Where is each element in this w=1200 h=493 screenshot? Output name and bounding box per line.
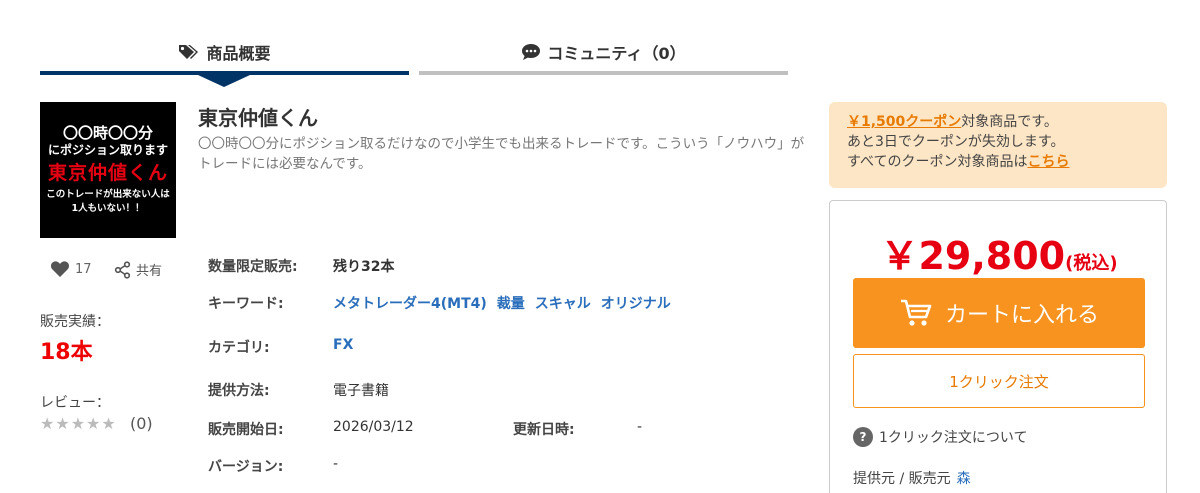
thumb-line-2: にポジション取ります xyxy=(47,143,168,157)
coupon-text-1: 対象商品です。 xyxy=(961,114,1058,130)
tab-active-arrow xyxy=(198,75,250,87)
one-click-order-label: 1クリック注文 xyxy=(949,372,1049,391)
version-value: - xyxy=(333,456,339,472)
category-wrap: FX xyxy=(333,337,363,353)
one-click-order-button[interactable]: 1クリック注文 xyxy=(853,354,1145,408)
product-thumbnail[interactable]: 〇〇時〇〇分 にポジション取ります 東京仲値くん このトレードが出来ない人は 1… xyxy=(40,102,176,238)
delivery-method-label: 提供方法: xyxy=(208,383,270,399)
price: ￥29,800(税込) xyxy=(830,225,1168,280)
updated-label: 更新日時: xyxy=(513,422,575,438)
seller-link[interactable]: 森 xyxy=(957,471,971,487)
tab-bar: 商品概要 コミュニティ（0） xyxy=(40,30,788,87)
review-label: レビュー： xyxy=(40,395,110,411)
one-click-help-label: 1クリック注文について xyxy=(879,430,1028,446)
version-label: バージョン: xyxy=(208,459,284,475)
heart-icon xyxy=(50,260,70,278)
like-count: 17 xyxy=(75,261,92,277)
price-tax: (税込) xyxy=(1065,253,1118,274)
thumb-line-5: 1人もいない！！ xyxy=(71,203,145,214)
tab-inactive-indicator xyxy=(419,71,788,75)
keyword-link[interactable]: スキャル xyxy=(535,296,591,312)
tab-community-label: コミュニティ（0） xyxy=(547,44,686,63)
coupon-text-3: すべてのクーポン対象商品は xyxy=(847,154,1028,170)
tab-community[interactable]: コミュニティ（0） xyxy=(419,30,788,74)
keyword-link[interactable]: オリジナル xyxy=(601,296,671,312)
tags-icon xyxy=(178,43,200,61)
thumb-line-3: 東京仲値くん xyxy=(47,162,168,184)
like-button[interactable]: 17 xyxy=(50,260,92,278)
keyword-link[interactable]: 裁量 xyxy=(497,296,525,312)
coupon-list-link[interactable]: こちら xyxy=(1027,154,1069,170)
limited-sale-label: 数量限定販売: xyxy=(208,259,298,275)
add-to-cart-button[interactable]: カートに入れる xyxy=(853,278,1145,348)
category-link[interactable]: FX xyxy=(333,337,353,353)
question-icon: ? xyxy=(853,427,873,447)
sale-start-value: 2026/03/12 xyxy=(333,419,414,435)
seller-info: 提供元 / 販売元森 xyxy=(853,468,971,488)
chat-bubble-icon xyxy=(521,43,541,61)
keyword-label: キーワード: xyxy=(208,296,284,312)
review-count[interactable]: (0) xyxy=(130,414,153,433)
tab-overview-label: 商品概要 xyxy=(206,44,271,63)
product-description: 〇〇時〇〇分にポジション取るだけなので小学生でも出来るトレードです。こういう「ノ… xyxy=(198,136,805,172)
purchase-panel: ￥29,800(税込) カートに入れる 1クリック注文 ? 1クリック注文につい… xyxy=(829,200,1167,493)
coupon-text-2: あと3日でクーポンが失効します。 xyxy=(847,134,1065,150)
thumb-line-4: このトレードが出来ない人は xyxy=(46,189,170,200)
review-stars[interactable]: ★★★★★ xyxy=(40,414,117,433)
keyword-list: メタトレーダー4(MT4) 裁量 スキャル オリジナル xyxy=(333,293,681,313)
price-amount: ￥29,800 xyxy=(880,234,1066,278)
delivery-method-value: 電子書籍 xyxy=(333,383,389,399)
seller-label: 提供元 / 販売元 xyxy=(853,471,951,487)
coupon-line-1: ￥1,500クーポン対象商品です。 xyxy=(847,112,1149,132)
sales-value: 18本 xyxy=(40,340,93,365)
cart-icon xyxy=(899,298,933,328)
add-to-cart-label: カートに入れる xyxy=(944,303,1099,328)
share-icon xyxy=(114,260,132,279)
tab-overview[interactable]: 商品概要 xyxy=(40,30,409,74)
share-button[interactable]: 共有 xyxy=(114,260,162,279)
sales-label: 販売実績： xyxy=(40,314,110,330)
category-label: カテゴリ: xyxy=(208,340,270,356)
coupon-amount-link[interactable]: ￥1,500クーポン xyxy=(847,114,961,130)
limited-sale-value: 残り32本 xyxy=(333,259,395,275)
keyword-link[interactable]: メタトレーダー4(MT4) xyxy=(333,296,487,312)
product-title: 東京仲値くん xyxy=(198,106,318,130)
updated-value: - xyxy=(637,419,643,435)
coupon-line-3: すべてのクーポン対象商品はこちら xyxy=(847,152,1149,172)
sale-start-label: 販売開始日: xyxy=(208,422,284,438)
share-label: 共有 xyxy=(136,264,163,279)
one-click-help-link[interactable]: ? 1クリック注文について xyxy=(853,427,1028,447)
thumb-line-1: 〇〇時〇〇分 xyxy=(62,124,153,142)
coupon-notice: ￥1,500クーポン対象商品です。 あと3日でクーポンが失効します。 すべてのク… xyxy=(829,102,1167,188)
